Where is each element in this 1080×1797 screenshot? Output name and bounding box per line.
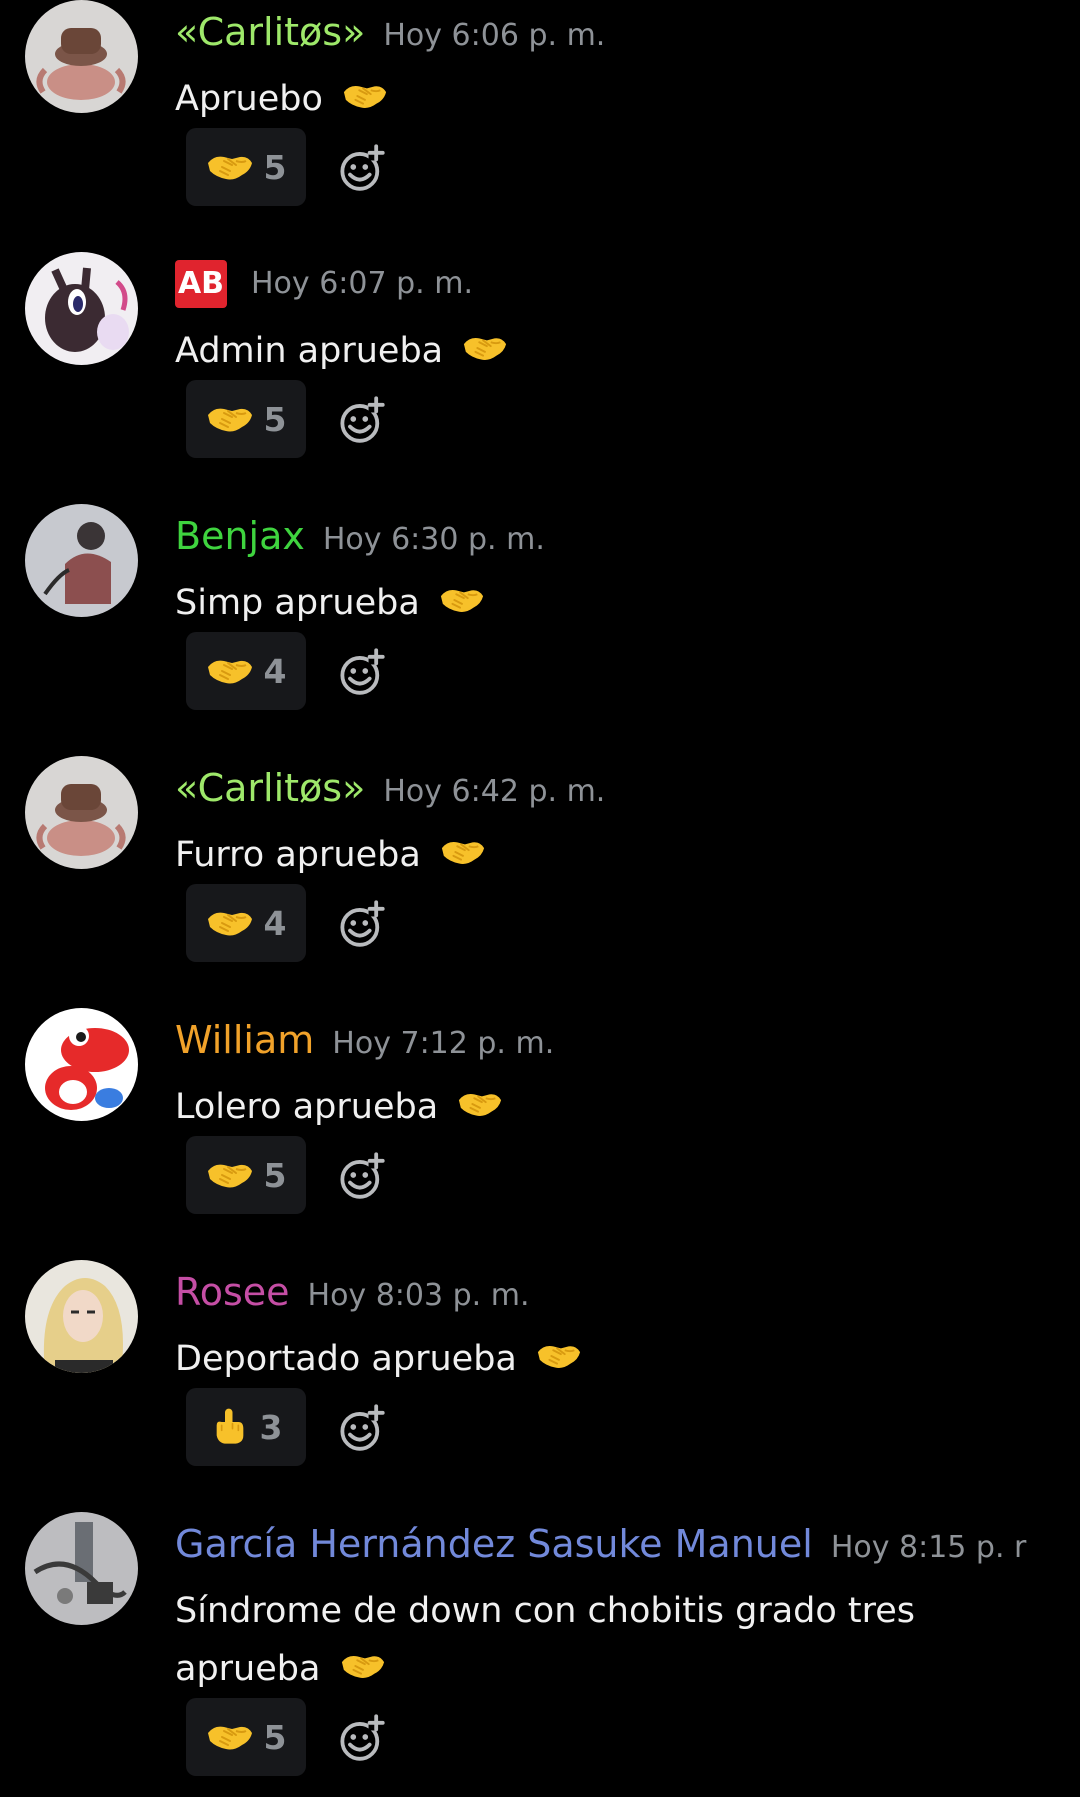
crab-with-hat-avatar[interactable] <box>25 756 138 869</box>
handshake-icon <box>206 155 253 181</box>
reaction-button[interactable]: 5 <box>186 1698 306 1776</box>
reaction-button[interactable]: 4 <box>186 884 306 962</box>
handshake-icon <box>206 1725 253 1751</box>
username[interactable]: Benjax <box>175 512 305 560</box>
username[interactable]: Rosee <box>175 1268 290 1316</box>
reaction-count: 5 <box>263 1155 287 1195</box>
reactions-bar: 4 <box>186 884 386 962</box>
message-text: Simp aprueba <box>175 583 420 623</box>
message-header: García Hernández Sasuke Manuel Hoy 8:15 … <box>175 1520 1026 1572</box>
handshake-icon <box>206 911 253 937</box>
reactions-bar: 3 <box>186 1388 386 1466</box>
reaction-button[interactable]: 5 <box>186 380 306 458</box>
timestamp: Hoy 8:03 p. m. <box>307 1278 530 1313</box>
timestamp: Hoy 6:30 p. m. <box>322 522 545 557</box>
reaction-count: 5 <box>263 399 287 439</box>
username[interactable]: García Hernández Sasuke Manuel <box>175 1520 813 1568</box>
ab-badge-icon[interactable]: AB <box>175 260 227 308</box>
reaction-count: 5 <box>263 1717 287 1757</box>
handshake-icon <box>340 1655 385 1679</box>
reaction-button[interactable]: 5 <box>186 1136 306 1214</box>
reactions-bar: 5 <box>186 1136 386 1214</box>
message-text: Admin aprueba <box>175 331 444 371</box>
message-text: Apruebo <box>175 79 323 119</box>
message-text: Lolero aprueba <box>175 1087 439 1127</box>
reaction-count: 3 <box>259 1407 283 1447</box>
add-reaction-icon[interactable] <box>338 143 386 191</box>
message-header: «Carlitøs» Hoy 6:42 p. m. <box>175 764 605 816</box>
handshake-icon <box>458 1093 503 1117</box>
message-content: Simp aprueba <box>175 574 1055 632</box>
reaction-count: 4 <box>263 903 287 943</box>
add-reaction-icon[interactable] <box>338 1151 386 1199</box>
reactions-bar: 5 <box>186 1698 386 1776</box>
message-content: Apruebo <box>175 70 1055 128</box>
message-header: Benjax Hoy 6:30 p. m. <box>175 512 545 564</box>
chat-message-list: «Carlitøs» Hoy 6:06 p. m. Apruebo 5 AB H… <box>0 0 1080 1797</box>
message-text: Furro aprueba <box>175 835 421 875</box>
message-content: Deportado aprueba <box>175 1330 1055 1388</box>
handshake-icon <box>206 1163 253 1189</box>
add-reaction-icon[interactable] <box>338 1713 386 1761</box>
dark-pony-avatar[interactable] <box>25 252 138 365</box>
sketch-character-avatar[interactable] <box>25 504 138 617</box>
handshake-icon <box>206 659 253 685</box>
message-header: Rosee Hoy 8:03 p. m. <box>175 1268 530 1320</box>
handshake-icon <box>440 841 485 865</box>
desk-photo-avatar[interactable] <box>25 1512 138 1625</box>
reactions-bar: 4 <box>186 632 386 710</box>
reactions-bar: 5 <box>186 128 386 206</box>
reaction-count: 4 <box>263 651 287 691</box>
middle-finger-icon <box>215 1407 244 1445</box>
add-reaction-icon[interactable] <box>338 899 386 947</box>
message-text: Deportado aprueba <box>175 1339 517 1379</box>
message-header: William Hoy 7:12 p. m. <box>175 1016 554 1068</box>
timestamp: Hoy 8:15 p. r <box>830 1530 1027 1565</box>
username[interactable]: William <box>175 1016 314 1064</box>
username[interactable]: «Carlitøs» <box>175 764 365 812</box>
reaction-button[interactable]: 3 <box>186 1388 306 1466</box>
reaction-button[interactable]: 4 <box>186 632 306 710</box>
add-reaction-icon[interactable] <box>338 1403 386 1451</box>
reaction-button[interactable]: 5 <box>186 128 306 206</box>
timestamp: Hoy 6:42 p. m. <box>383 774 606 809</box>
message-header: «Carlitøs» Hoy 6:06 p. m. <box>175 8 605 60</box>
message-content: Lolero aprueba <box>175 1078 1055 1136</box>
handshake-icon <box>463 337 508 361</box>
timestamp: Hoy 6:06 p. m. <box>383 18 606 53</box>
reactions-bar: 5 <box>186 380 386 458</box>
message-text-line1: Síndrome de down con chobitis grado tres <box>175 1591 916 1631</box>
timestamp: Hoy 7:12 p. m. <box>332 1026 555 1061</box>
add-reaction-icon[interactable] <box>338 647 386 695</box>
message-content: Furro aprueba <box>175 826 1055 884</box>
handshake-icon <box>343 85 388 109</box>
crab-with-hat-avatar[interactable] <box>25 0 138 113</box>
red-yoshi-avatar[interactable] <box>25 1008 138 1121</box>
handshake-icon <box>536 1345 582 1369</box>
username[interactable]: «Carlitøs» <box>175 8 365 56</box>
message-content: Admin aprueba <box>175 322 1055 380</box>
message-text-line2: aprueba <box>175 1649 321 1689</box>
reaction-count: 5 <box>263 147 287 187</box>
timestamp: Hoy 6:07 p. m. <box>251 266 473 301</box>
handshake-icon <box>206 407 253 433</box>
message-header: AB Hoy 6:07 p. m. <box>175 260 473 308</box>
message-content: Síndrome de down con chobitis grado tres… <box>175 1582 1055 1698</box>
blonde-woman-avatar[interactable] <box>25 1260 138 1373</box>
add-reaction-icon[interactable] <box>338 395 386 443</box>
handshake-icon <box>439 589 484 613</box>
